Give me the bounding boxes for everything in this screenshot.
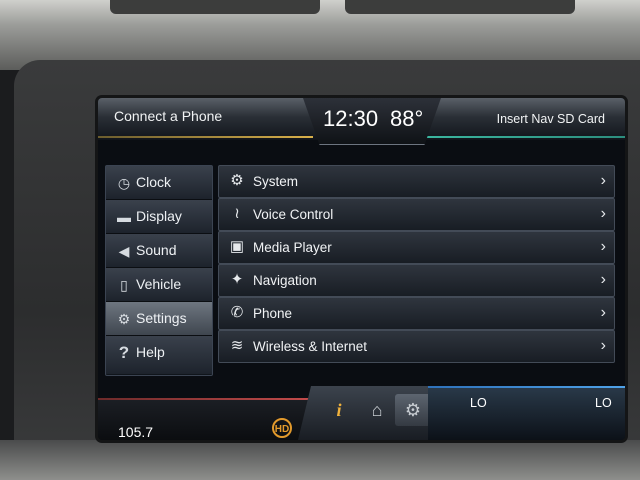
- dashboard-bottom-trim: [0, 440, 640, 480]
- chevron-right-icon: ›: [600, 205, 606, 222]
- connect-phone-button[interactable]: Connect a Phone: [114, 108, 222, 124]
- sidebar-item-clock[interactable]: ◷ Clock: [106, 166, 212, 200]
- sidebar-item-display[interactable]: ▬ Display: [106, 200, 212, 234]
- radio-frequency: 105.7: [118, 424, 154, 440]
- chevron-right-icon: ›: [600, 304, 606, 321]
- chevron-right-icon: ›: [600, 238, 606, 255]
- audio-zone[interactable]: 105.7 HD: [98, 398, 313, 440]
- bottom-bar: 105.7 HD LO LO i ⌂ ⚙: [98, 386, 625, 440]
- insert-nav-sd-card-label: Insert Nav SD Card: [496, 112, 605, 126]
- navigation-icon: ✦: [230, 271, 244, 288]
- display-icon: ▬: [117, 209, 131, 225]
- list-item-media-player[interactable]: ▣ Media Player ›: [218, 231, 615, 264]
- settings-tab-icon[interactable]: ⚙: [395, 394, 428, 426]
- sidebar-item-help[interactable]: ? Help: [106, 336, 212, 374]
- question-icon: ?: [118, 343, 130, 362]
- voice-icon: ≀: [234, 205, 240, 222]
- clock-time: 12:30: [323, 106, 379, 131]
- dashboard-vent-slot: [345, 0, 575, 14]
- sidebar-item-settings[interactable]: ⚙ Settings: [106, 302, 212, 336]
- home-tabs: i ⌂ ⚙: [298, 386, 428, 440]
- gear-icon: ⚙: [117, 311, 131, 327]
- climate-accent-line: [420, 386, 625, 388]
- list-item-label: Navigation: [253, 273, 317, 288]
- outside-temperature: 88°: [390, 106, 424, 131]
- right-climate-setting: LO: [595, 396, 612, 410]
- home-icon[interactable]: ⌂: [359, 394, 395, 426]
- left-climate-setting: LO: [470, 396, 487, 410]
- list-item-label: Voice Control: [253, 207, 334, 222]
- sidebar-item-label: Help: [136, 344, 165, 360]
- list-item-label: System: [253, 174, 299, 189]
- wifi-icon: ≋: [230, 337, 244, 354]
- sidebar-item-label: Clock: [136, 174, 172, 190]
- clock-temperature-pod: 12:30 88°: [303, 98, 441, 145]
- infotainment-screen: Connect a Phone Insert Nav SD Card 12:30…: [98, 98, 625, 440]
- chevron-right-icon: ›: [600, 337, 606, 354]
- settings-category-sidebar: ◷ Clock ▬ Display ◀ Sound ▯ Vehicle ⚙ Se…: [105, 165, 213, 376]
- gear-icon: ⚙: [230, 172, 244, 189]
- list-item-label: Media Player: [253, 240, 332, 255]
- list-item-system[interactable]: ⚙ System ›: [218, 165, 615, 198]
- status-bar-accent-right: [423, 136, 625, 138]
- status-bar-accent-left: [98, 136, 313, 138]
- list-item-phone[interactable]: ✆ Phone ›: [218, 297, 615, 330]
- media-player-icon: ▣: [229, 238, 245, 255]
- sidebar-item-label: Sound: [136, 242, 177, 258]
- sidebar-item-vehicle[interactable]: ▯ Vehicle: [106, 268, 212, 302]
- chevron-right-icon: ›: [600, 271, 606, 288]
- vehicle-icon: ▯: [120, 277, 128, 293]
- sidebar-item-label: Settings: [136, 310, 187, 326]
- list-item-label: Wireless & Internet: [253, 339, 368, 354]
- list-item-voice-control[interactable]: ≀ Voice Control ›: [218, 198, 615, 231]
- audio-accent-line: [98, 398, 313, 400]
- info-icon[interactable]: i: [321, 394, 357, 426]
- clock-icon: ◷: [117, 175, 131, 191]
- list-item-label: Phone: [253, 306, 293, 321]
- list-item-wireless-internet[interactable]: ≋ Wireless & Internet ›: [218, 330, 615, 363]
- speaker-icon: ◀: [118, 243, 130, 259]
- climate-zone[interactable]: LO LO: [420, 386, 625, 440]
- sidebar-item-sound[interactable]: ◀ Sound: [106, 234, 212, 268]
- phone-icon: ✆: [230, 304, 244, 321]
- chevron-right-icon: ›: [600, 172, 606, 189]
- hd-radio-icon: HD: [272, 418, 292, 438]
- dashboard-vent-slot: [110, 0, 320, 14]
- settings-list: ⚙ System › ≀ Voice Control › ▣ Media Pla…: [218, 165, 615, 371]
- list-item-navigation[interactable]: ✦ Navigation ›: [218, 264, 615, 297]
- sidebar-item-label: Display: [136, 208, 182, 224]
- sidebar-item-label: Vehicle: [136, 276, 182, 292]
